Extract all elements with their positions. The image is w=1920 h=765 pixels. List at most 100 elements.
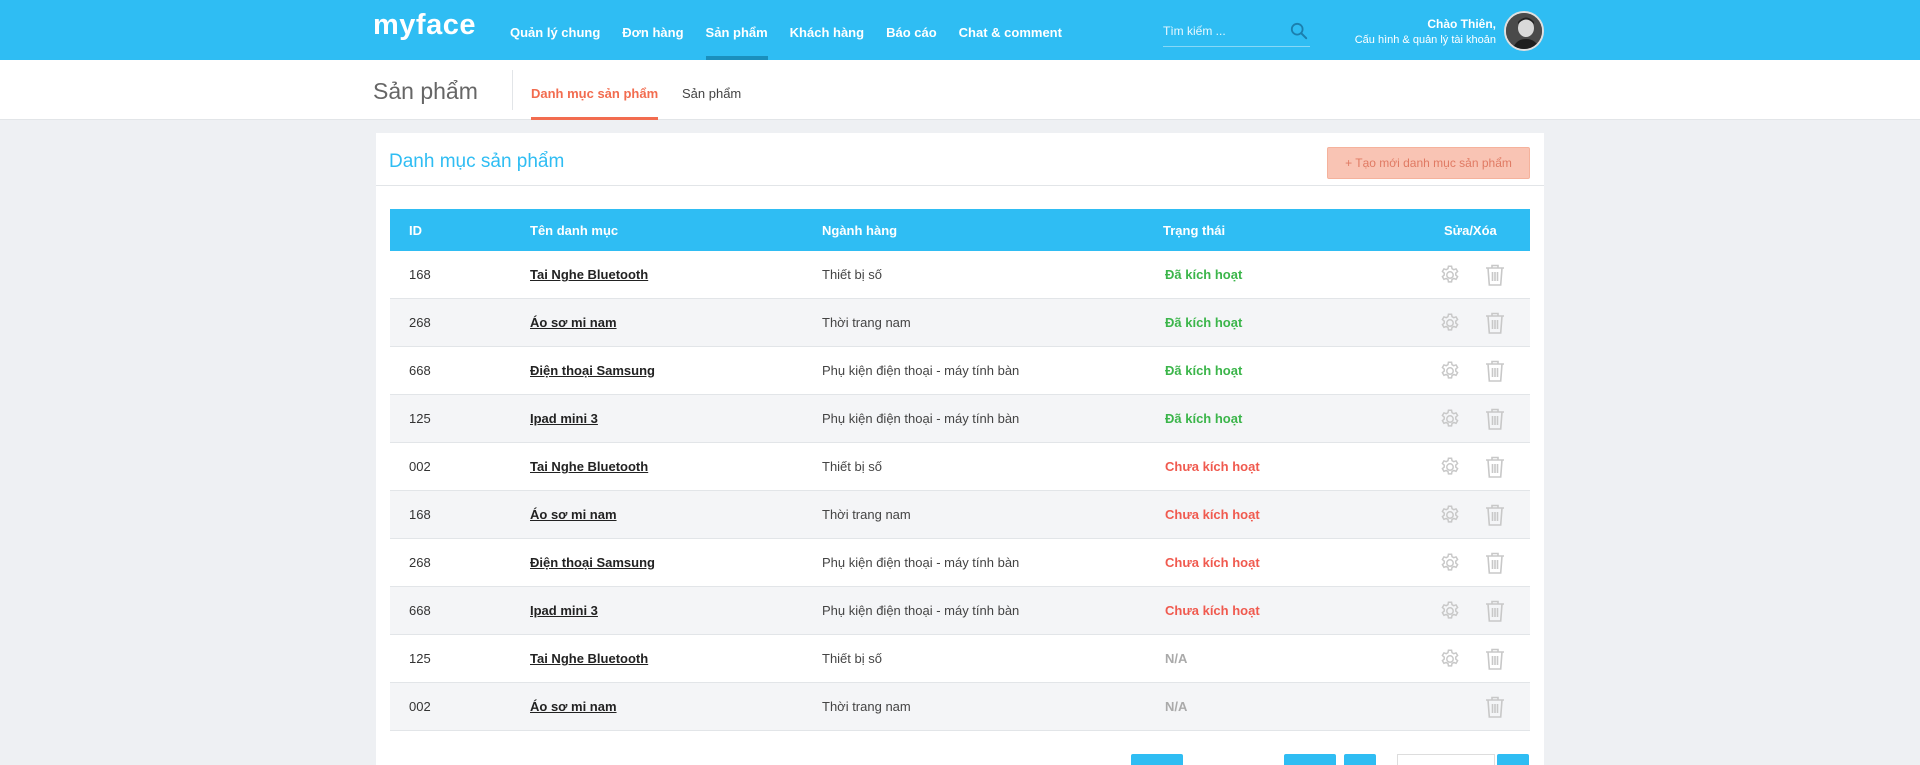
table-row: 668 Điện thoại Samsung Phụ kiện điện thoại… bbox=[390, 347, 1530, 395]
tab-products[interactable]: Sản phẩm bbox=[682, 86, 741, 120]
edit-gear-icon[interactable] bbox=[1439, 552, 1461, 574]
header-category: Ngành hàng bbox=[822, 223, 898, 238]
page-size-select[interactable] bbox=[1397, 754, 1495, 765]
pager-button[interactable] bbox=[1497, 754, 1529, 765]
pager-prev-button[interactable] bbox=[1131, 754, 1183, 765]
table-row: 268 Áo sơ mi nam Thời trang nam Đã kích hoạ… bbox=[390, 299, 1530, 347]
table-body: 168 Tai Nghe Bluetooth Thiết bị số Đã kích … bbox=[390, 251, 1530, 731]
edit-gear-icon[interactable] bbox=[1439, 264, 1461, 286]
search-icon[interactable] bbox=[1290, 22, 1308, 40]
header-actions: Sửa/Xóa bbox=[1444, 223, 1497, 238]
delete-trash-icon[interactable] bbox=[1484, 599, 1506, 623]
table-row: 268 Điện thoại Samsung Phụ kiện điện thoại… bbox=[390, 539, 1530, 587]
account-settings-link[interactable]: Cấu hình & quản lý tài khoản bbox=[1355, 34, 1496, 46]
cell-id: 668 bbox=[409, 603, 431, 618]
category-name-link[interactable]: Điện thoại Samsung bbox=[530, 555, 655, 570]
edit-gear-icon[interactable] bbox=[1439, 360, 1461, 382]
category-name-link[interactable]: Áo sơ mi nam bbox=[530, 699, 617, 714]
nav-item-orders[interactable]: Đơn hàng bbox=[622, 0, 683, 60]
cell-id: 168 bbox=[409, 507, 431, 522]
header-id: ID bbox=[409, 223, 422, 238]
cell-id: 268 bbox=[409, 555, 431, 570]
category-card: Danh mục sản phẩm + Tạo mới danh mục sản… bbox=[376, 133, 1544, 765]
category-name-link[interactable]: Tai Nghe Bluetooth bbox=[530, 267, 648, 282]
delete-trash-icon[interactable] bbox=[1484, 647, 1506, 671]
table-row: 002 Tai Nghe Bluetooth Thiết bị số Chưa kíc… bbox=[390, 443, 1530, 491]
cell-id: 168 bbox=[409, 267, 431, 282]
category-name-link[interactable]: Áo sơ mi nam bbox=[530, 315, 617, 330]
cell-industry: Thời trang nam bbox=[822, 315, 911, 330]
status-badge: Chưa kích hoạt bbox=[1165, 603, 1260, 618]
edit-gear-icon[interactable] bbox=[1439, 504, 1461, 526]
table-row: 168 Tai Nghe Bluetooth Thiết bị số Đã kích … bbox=[390, 251, 1530, 299]
divider bbox=[512, 70, 513, 110]
status-badge: Chưa kích hoạt bbox=[1165, 507, 1260, 522]
cell-industry: Thiết bị số bbox=[822, 651, 882, 666]
delete-trash-icon[interactable] bbox=[1484, 503, 1506, 527]
cell-id: 125 bbox=[409, 651, 431, 666]
status-badge: Đã kích hoạt bbox=[1165, 363, 1243, 378]
sub-header: Sản phẩm Danh mục sản phẩm Sản phẩm bbox=[0, 60, 1920, 120]
nav-item-chat[interactable]: Chat & comment bbox=[959, 0, 1062, 60]
category-name-link[interactable]: Tai Nghe Bluetooth bbox=[530, 459, 648, 474]
delete-trash-icon[interactable] bbox=[1484, 359, 1506, 383]
cell-industry: Phụ kiện điện thoại - máy tính bàn bbox=[822, 363, 1020, 378]
top-navbar: myface Quản lý chung Đơn hàng Sản phẩm K… bbox=[0, 0, 1920, 60]
cell-industry: Thời trang nam bbox=[822, 507, 911, 522]
cell-industry: Thiết bị số bbox=[822, 267, 882, 282]
header-status: Trạng thái bbox=[1163, 223, 1226, 238]
cell-industry: Phụ kiện điện thoại - máy tính bàn bbox=[822, 603, 1020, 618]
status-badge: Chưa kích hoạt bbox=[1165, 459, 1260, 474]
cell-industry: Phụ kiện điện thoại - máy tính bàn bbox=[822, 411, 1020, 426]
cell-industry: Thiết bị số bbox=[822, 459, 882, 474]
cell-id: 002 bbox=[409, 459, 431, 474]
table-row: 168 Áo sơ mi nam Thời trang nam Chưa kích h… bbox=[390, 491, 1530, 539]
table-header: ID Tên danh mục Ngành hàng Trạng thái Sử… bbox=[390, 209, 1530, 251]
cell-id: 268 bbox=[409, 315, 431, 330]
nav-item-products[interactable]: Sản phẩm bbox=[705, 0, 768, 60]
search-input[interactable] bbox=[1163, 17, 1283, 45]
table-row: 125 Ipad mini 3 Phụ kiện điện thoại - máy … bbox=[390, 395, 1530, 443]
edit-gear-icon[interactable] bbox=[1439, 408, 1461, 430]
status-badge: N/A bbox=[1165, 699, 1188, 714]
nav-item-reports[interactable]: Báo cáo bbox=[886, 0, 937, 60]
header-name: Tên danh mục bbox=[530, 223, 619, 238]
main-nav: Quản lý chung Đơn hàng Sản phẩm Khách hà… bbox=[510, 0, 1084, 60]
edit-gear-icon[interactable] bbox=[1439, 600, 1461, 622]
category-table: ID Tên danh mục Ngành hàng Trạng thái Sử… bbox=[390, 209, 1530, 731]
card-title: Danh mục sản phẩm bbox=[389, 151, 565, 172]
delete-trash-icon[interactable] bbox=[1484, 407, 1506, 431]
pager-button[interactable] bbox=[1344, 754, 1376, 765]
cell-industry: Thời trang nam bbox=[822, 699, 911, 714]
category-name-link[interactable]: Tai Nghe Bluetooth bbox=[530, 651, 648, 666]
category-name-link[interactable]: Ipad mini 3 bbox=[530, 411, 598, 426]
avatar[interactable] bbox=[1504, 11, 1544, 51]
status-badge: Đã kích hoạt bbox=[1165, 315, 1243, 330]
table-row: 125 Tai Nghe Bluetooth Thiết bị số N/A bbox=[390, 635, 1530, 683]
edit-gear-icon[interactable] bbox=[1439, 312, 1461, 334]
status-badge: Đã kích hoạt bbox=[1165, 411, 1243, 426]
cell-industry: Phụ kiện điện thoại - máy tính bàn bbox=[822, 555, 1020, 570]
category-name-link[interactable]: Áo sơ mi nam bbox=[530, 507, 617, 522]
tab-product-categories[interactable]: Danh mục sản phẩm bbox=[531, 86, 659, 120]
category-name-link[interactable]: Điện thoại Samsung bbox=[530, 363, 655, 378]
user-greeting: Chào Thiên, Cấu hình & quản lý tài khoản bbox=[1355, 17, 1496, 46]
category-name-link[interactable]: Ipad mini 3 bbox=[530, 603, 598, 618]
edit-gear-icon[interactable] bbox=[1439, 456, 1461, 478]
delete-trash-icon[interactable] bbox=[1484, 311, 1506, 335]
create-category-button[interactable]: + Tạo mới danh mục sản phẩm bbox=[1327, 147, 1530, 179]
delete-trash-icon[interactable] bbox=[1484, 551, 1506, 575]
edit-gear-icon[interactable] bbox=[1439, 648, 1461, 670]
pager-button[interactable] bbox=[1284, 754, 1336, 765]
nav-item-customers[interactable]: Khách hàng bbox=[790, 0, 864, 60]
delete-trash-icon[interactable] bbox=[1484, 695, 1506, 719]
delete-trash-icon[interactable] bbox=[1484, 263, 1506, 287]
logo[interactable]: myface bbox=[373, 9, 476, 42]
divider bbox=[376, 185, 1544, 186]
nav-item-general[interactable]: Quản lý chung bbox=[510, 0, 600, 60]
cell-id: 002 bbox=[409, 699, 431, 714]
avatar-image bbox=[1506, 13, 1542, 49]
delete-trash-icon[interactable] bbox=[1484, 455, 1506, 479]
cell-id: 125 bbox=[409, 411, 431, 426]
status-badge: N/A bbox=[1165, 651, 1188, 666]
